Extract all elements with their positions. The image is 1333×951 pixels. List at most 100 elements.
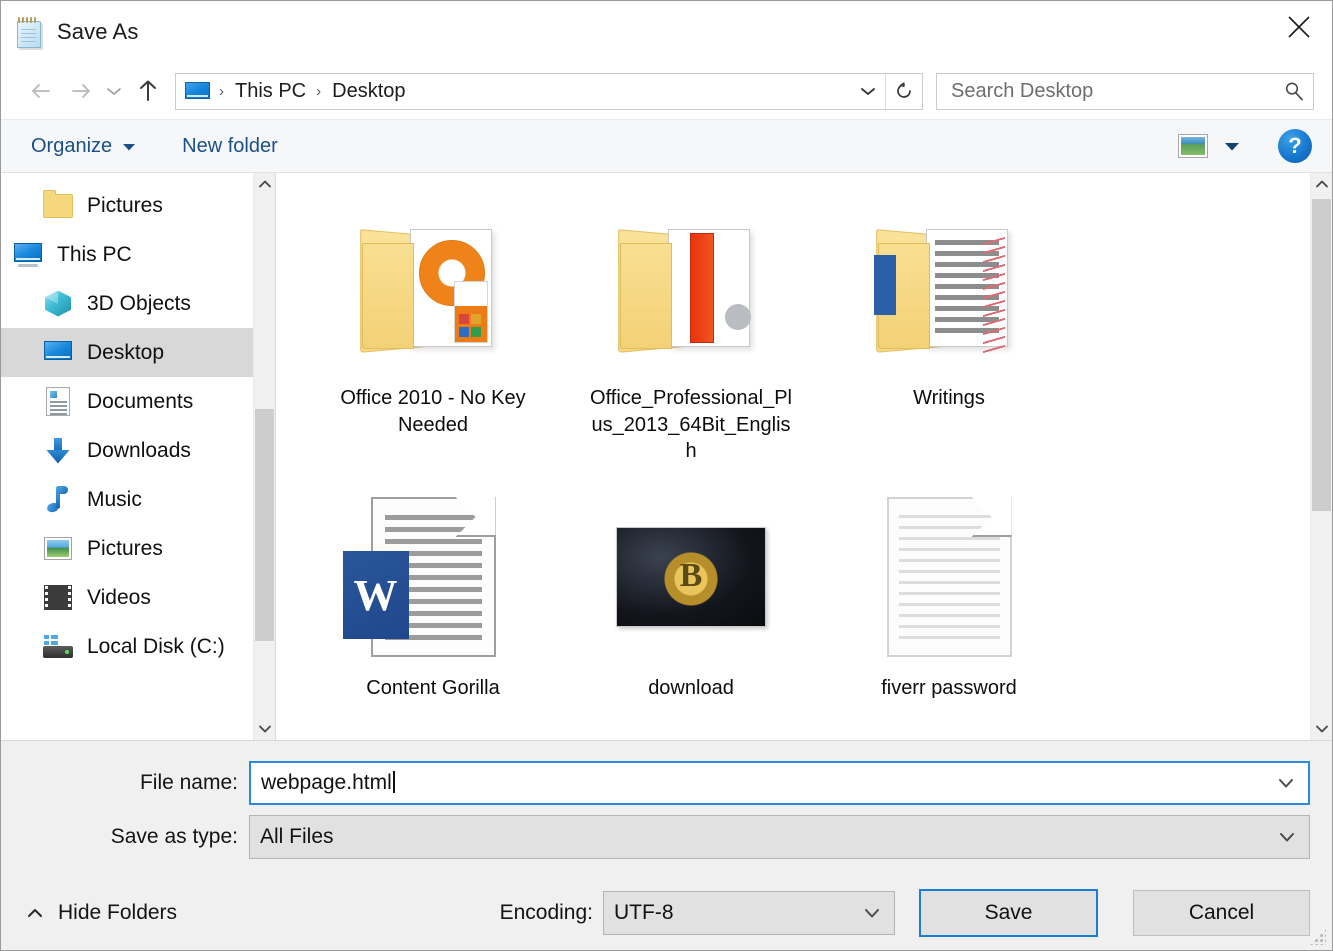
hide-folders-button[interactable]: Hide Folders xyxy=(25,901,177,925)
sidebar-item-label: 3D Objects xyxy=(87,291,191,315)
action-row: Hide Folders Encoding: UTF-8 Save Cancel xyxy=(1,876,1332,950)
breadcrumb-item-desktop[interactable]: Desktop xyxy=(328,80,409,103)
search-input[interactable] xyxy=(937,79,1275,103)
sidebar-item-videos[interactable]: Videos xyxy=(1,573,274,622)
documents-icon xyxy=(39,386,77,418)
file-item-label: Writings xyxy=(913,387,985,409)
chevron-up-icon xyxy=(25,907,45,920)
disk-icon xyxy=(39,631,77,663)
encoding-value: UTF-8 xyxy=(614,901,674,924)
view-options-caret-icon[interactable] xyxy=(1224,141,1240,152)
downloads-icon xyxy=(39,435,77,467)
music-icon xyxy=(39,484,77,516)
window-title: Save As xyxy=(57,19,139,44)
folder-icon xyxy=(39,189,77,222)
sidebar-item-label: Videos xyxy=(87,585,151,609)
sidebar-scrollbar-thumb[interactable] xyxy=(255,409,274,641)
save-button[interactable]: Save xyxy=(919,889,1098,937)
breadcrumb-separator-2: › xyxy=(316,82,322,100)
this-pc-monitor-icon xyxy=(185,81,210,101)
cancel-button[interactable]: Cancel xyxy=(1133,890,1310,936)
back-arrow-icon[interactable] xyxy=(23,72,61,110)
file-list-scrollbar-thumb[interactable] xyxy=(1312,199,1331,511)
sidebar-item-downloads[interactable]: Downloads xyxy=(1,426,274,475)
encoding-chevron-down-icon[interactable] xyxy=(850,906,894,920)
file-item-label: Office_Professional_Plus_2013_64Bit_Engl… xyxy=(590,387,792,463)
sidebar-item-music[interactable]: Music xyxy=(1,475,274,524)
chevron-up-icon[interactable] xyxy=(254,173,275,195)
search-icon[interactable] xyxy=(1275,80,1313,102)
file-name-value[interactable]: webpage.html xyxy=(251,771,1264,795)
search-box[interactable] xyxy=(936,72,1314,110)
organize-caret-icon xyxy=(122,135,136,158)
picture-view-icon[interactable] xyxy=(1178,134,1208,158)
chevron-up-icon[interactable] xyxy=(1311,173,1332,195)
file-list-scrollbar[interactable] xyxy=(1310,173,1332,740)
organize-button[interactable]: Organize xyxy=(25,120,142,172)
sidebar-item-pictures-quick[interactable]: Pictures xyxy=(1,181,274,230)
up-arrow-icon[interactable] xyxy=(129,72,167,110)
sidebar-item-local-disk-c[interactable]: Local Disk (C:) xyxy=(1,622,274,671)
file-list-pane[interactable]: Office 2010 - No Key Needed Office_Profe… xyxy=(275,173,1332,740)
address-bar: › This PC › Desktop xyxy=(1,63,1332,119)
new-folder-button[interactable]: New folder xyxy=(176,120,284,172)
command-bar: Organize New folder ? xyxy=(1,119,1332,173)
breadcrumb-item-this-pc[interactable]: This PC xyxy=(231,80,310,103)
encoding-select[interactable]: UTF-8 xyxy=(603,891,895,935)
sidebar-item-label: This PC xyxy=(57,242,132,266)
sidebar-scrollbar[interactable] xyxy=(253,173,275,740)
file-item[interactable]: W Content Gorilla xyxy=(304,481,562,740)
breadcrumb-chevron-down-icon[interactable] xyxy=(851,74,885,109)
chevron-down-icon[interactable] xyxy=(1311,718,1332,740)
file-name-input[interactable]: webpage.html xyxy=(249,761,1310,805)
forward-arrow-icon[interactable] xyxy=(61,72,99,110)
sidebar-item-pictures[interactable]: Pictures xyxy=(1,524,274,573)
file-name-chevron-down-icon[interactable] xyxy=(1264,776,1308,790)
file-item[interactable]: download xyxy=(562,481,820,740)
navigation-pane: Pictures This PC 3D Objects Desktop Docu… xyxy=(1,173,275,740)
save-as-type-select[interactable]: All Files xyxy=(249,815,1310,859)
file-name-row: File name: webpage.html xyxy=(1,760,1332,806)
word-document-icon: W xyxy=(304,481,562,673)
chevron-down-icon[interactable] xyxy=(254,718,275,740)
sidebar-item-desktop[interactable]: Desktop xyxy=(1,328,274,377)
file-item[interactable]: Office_Professional_Plus_2013_64Bit_Engl… xyxy=(562,191,820,481)
sidebar-item-label: Pictures xyxy=(87,536,163,560)
file-item[interactable]: Office 2010 - No Key Needed xyxy=(304,191,562,481)
file-item-label: fiverr password xyxy=(881,677,1017,699)
save-as-type-value: All Files xyxy=(260,825,334,848)
sidebar-item-label: Documents xyxy=(87,389,194,413)
close-icon[interactable] xyxy=(1266,1,1332,53)
help-label: ? xyxy=(1288,133,1302,158)
save-options-panel: File name: webpage.html Save as type: Al… xyxy=(1,741,1332,950)
3d-objects-icon xyxy=(39,288,77,320)
recent-locations-chevron-down-icon[interactable] xyxy=(99,72,129,110)
save-as-type-label: Save as type: xyxy=(110,825,238,848)
help-button[interactable]: ? xyxy=(1278,129,1312,163)
refresh-icon[interactable] xyxy=(886,74,922,109)
file-item-label: Office 2010 - No Key Needed xyxy=(340,387,526,436)
new-folder-label: New folder xyxy=(182,134,278,157)
sidebar-item-label: Pictures xyxy=(87,193,163,217)
file-item-label: Content Gorilla xyxy=(366,677,500,699)
navigation-list: Pictures This PC 3D Objects Desktop Docu… xyxy=(1,173,275,671)
sidebar-item-documents[interactable]: Documents xyxy=(1,377,274,426)
pictures-icon xyxy=(39,533,77,565)
notepad-icon xyxy=(15,17,43,48)
organize-label: Organize xyxy=(31,134,113,157)
monitor-icon xyxy=(9,239,47,271)
videos-icon xyxy=(39,582,77,614)
bitcoin-image-icon xyxy=(562,481,820,673)
breadcrumb[interactable]: › This PC › Desktop xyxy=(175,72,923,110)
save-as-type-row: Save as type: All Files xyxy=(1,814,1332,860)
file-grid: Office 2010 - No Key Needed Office_Profe… xyxy=(276,173,1332,740)
encoding-label: Encoding: xyxy=(499,901,593,924)
save-as-type-chevron-down-icon[interactable] xyxy=(1265,830,1309,844)
folder-documents-icon xyxy=(820,191,1078,383)
file-item[interactable]: fiverr password xyxy=(820,481,1078,740)
dialog-body: Pictures This PC 3D Objects Desktop Docu… xyxy=(1,173,1332,741)
sidebar-item-3d-objects[interactable]: 3D Objects xyxy=(1,279,274,328)
file-item[interactable]: Writings xyxy=(820,191,1078,481)
file-item-label: download xyxy=(648,677,734,699)
sidebar-item-this-pc[interactable]: This PC xyxy=(1,230,274,279)
